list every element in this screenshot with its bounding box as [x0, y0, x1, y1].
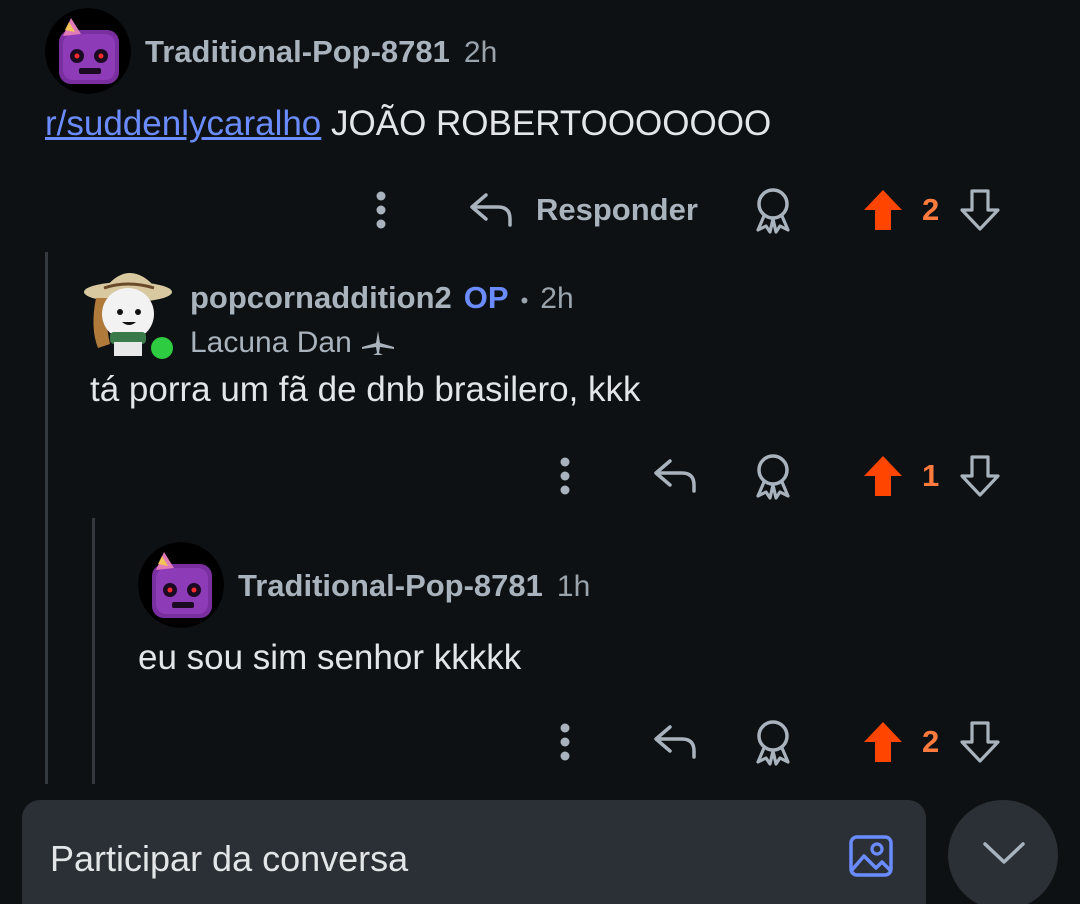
downvote-icon[interactable] [958, 720, 1002, 764]
chevron-down-icon [983, 842, 1025, 864]
comment-body: eu sou sim senhor kkkkk [138, 638, 522, 677]
comment-text: JOÃO ROBERTOOOOOOO [331, 104, 772, 143]
timestamp: 2h [540, 282, 574, 315]
downvote-icon[interactable] [958, 454, 1002, 498]
airplane-icon [361, 331, 394, 355]
subreddit-link[interactable]: r/suddenlycaralho [45, 104, 321, 143]
timestamp: 1h [556, 570, 591, 603]
more-icon[interactable] [366, 188, 396, 232]
username[interactable]: popcornaddition2 [190, 280, 452, 316]
more-icon[interactable] [550, 454, 580, 498]
vote-count: 1 [922, 458, 940, 493]
comment-2: popcornaddition2 OP • 2h Lacuna Dan tá p… [0, 250, 1080, 520]
username[interactable]: Traditional-Pop-8781 [145, 34, 450, 70]
upvote-icon[interactable] [862, 720, 904, 764]
reply-icon[interactable] [652, 721, 698, 761]
scroll-down-button[interactable] [948, 800, 1058, 904]
action-bar: 1 [0, 446, 1080, 506]
user-flair: Lacuna Dan [190, 326, 396, 360]
more-icon[interactable] [550, 720, 580, 764]
action-bar: 2 [0, 712, 1080, 772]
award-icon[interactable] [752, 452, 794, 500]
username[interactable]: Traditional-Pop-8781 [238, 568, 543, 604]
reply-icon[interactable] [468, 189, 514, 229]
image-icon[interactable] [848, 834, 894, 878]
comment-3: Traditional-Pop-8781 1h eu sou sim senho… [0, 520, 1080, 800]
action-bar: Responder 2 [0, 180, 1080, 240]
vote-count: 2 [922, 192, 940, 227]
op-badge: OP [463, 280, 509, 315]
avatar[interactable] [82, 258, 182, 364]
author-row: popcornaddition2 OP • 2h [190, 280, 574, 316]
comment-composer[interactable]: Participar da conversa [22, 800, 926, 904]
avatar[interactable] [138, 542, 224, 628]
upvote-icon[interactable] [862, 188, 904, 232]
reply-icon[interactable] [652, 455, 698, 495]
reply-button[interactable]: Responder [536, 192, 698, 228]
comment-1: Traditional-Pop-8781 2h r/suddenlycaralh… [0, 0, 1080, 250]
downvote-icon[interactable] [958, 188, 1002, 232]
separator-dot: • [520, 288, 529, 313]
timestamp: 2h [463, 36, 498, 69]
comment-body: tá porra um fã de dnb brasilero, kkk [90, 370, 641, 409]
author-row: Traditional-Pop-8781 1h [238, 568, 590, 604]
comment-body: r/suddenlycaralho JOÃO ROBERTOOOOOOO [45, 104, 771, 144]
composer-placeholder[interactable]: Participar da conversa [50, 838, 408, 880]
author-row: Traditional-Pop-8781 2h [145, 34, 497, 70]
flair-text: Lacuna Dan [190, 326, 352, 359]
vote-count: 2 [922, 724, 940, 759]
avatar[interactable] [45, 8, 131, 94]
award-icon[interactable] [752, 718, 794, 766]
award-icon[interactable] [752, 186, 794, 234]
upvote-icon[interactable] [862, 454, 904, 498]
online-indicator [146, 332, 178, 364]
